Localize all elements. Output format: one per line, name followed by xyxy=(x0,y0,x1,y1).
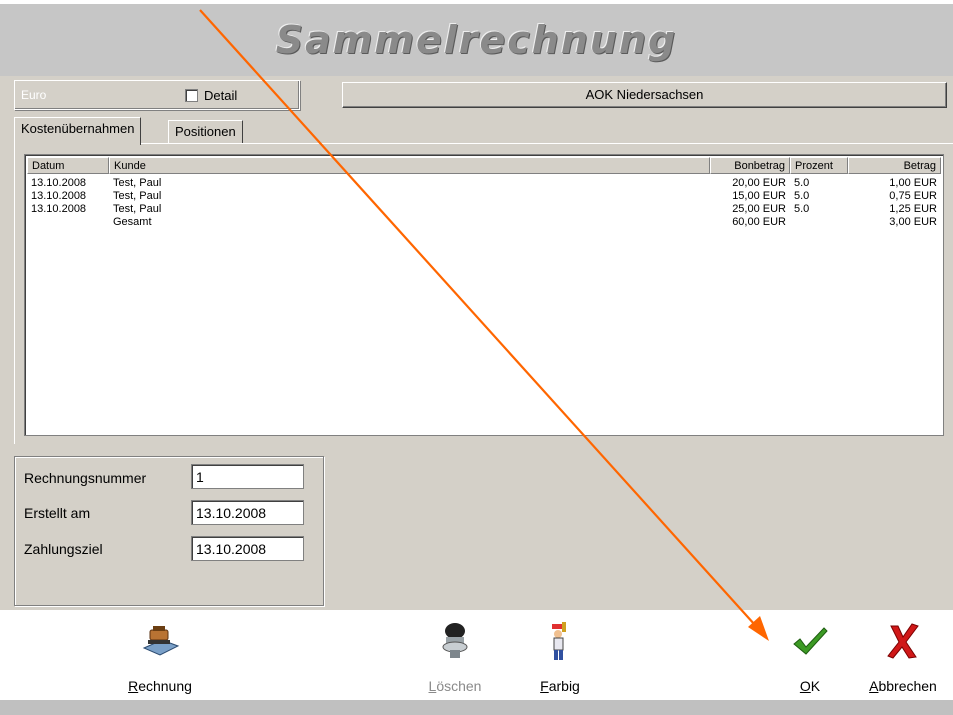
total-label: Gesamt xyxy=(113,216,152,228)
table-header: Datum Kunde Bonbetrag Prozent Betrag xyxy=(27,157,941,175)
status-strip xyxy=(0,700,953,715)
table-row[interactable]: 13.10.2008 Test, Paul 15,00 EUR 5.0 0,75… xyxy=(27,190,941,203)
cell-bonbetrag: 25,00 EUR xyxy=(732,203,786,215)
painter-icon xyxy=(552,622,566,660)
table-total-row: Gesamt 60,00 EUR 3,00 EUR xyxy=(27,216,941,229)
cell-kunde: Test, Paul xyxy=(113,203,162,215)
loeschen-label: öschen xyxy=(436,678,482,694)
abbrechen-button[interactable]: Abbrechen xyxy=(858,610,948,700)
farbig-label: arbig xyxy=(548,678,580,694)
window-title: Sammelrechnung xyxy=(275,18,678,62)
table-row[interactable]: 13.10.2008 Test, Paul 20,00 EUR 5.0 1,00… xyxy=(27,177,941,190)
abbrechen-label: bbrechen xyxy=(878,678,937,694)
sammelrechnung-window: Sammelrechnung Euro Detail AOK Niedersac… xyxy=(0,0,953,715)
zahlungsziel-label: Zahlungsziel xyxy=(24,541,103,557)
detail-label: Detail xyxy=(204,88,238,103)
title-banner: Sammelrechnung xyxy=(0,4,953,76)
cell-bonbetrag: 15,00 EUR xyxy=(732,190,786,202)
column-header-kunde[interactable]: Kunde xyxy=(109,157,710,174)
cell-betrag: 1,25 EUR xyxy=(889,203,937,215)
ok-accesskey: O xyxy=(799,678,811,694)
cell-datum: 13.10.2008 xyxy=(31,203,87,215)
column-header-prozent[interactable]: Prozent xyxy=(790,157,848,174)
cell-prozent: 5.0 xyxy=(794,190,810,202)
loeschen-button[interactable]: Löschen xyxy=(410,610,500,700)
cell-kunde: Test, Paul xyxy=(113,190,162,202)
cell-betrag: 0,75 EUR xyxy=(889,190,937,202)
detail-checkbox[interactable]: Detail xyxy=(185,88,237,103)
toilet-icon xyxy=(442,623,468,658)
kostenuebernahmen-table[interactable]: Datum Kunde Bonbetrag Prozent Betrag 13.… xyxy=(24,154,944,436)
table-row[interactable]: 13.10.2008 Test, Paul 25,00 EUR 5.0 1,25… xyxy=(27,203,941,216)
tab-kostenuebernahmen[interactable]: Kostenübernahmen xyxy=(14,117,142,145)
rechnung-button[interactable]: Rechnung xyxy=(110,610,210,700)
column-header-bonbetrag[interactable]: Bonbetrag xyxy=(710,157,790,174)
checkbox-box[interactable] xyxy=(185,89,198,102)
rechnungsnummer-input[interactable] xyxy=(191,464,304,489)
cell-datum: 13.10.2008 xyxy=(31,177,87,189)
rechnung-accesskey: R xyxy=(128,678,139,694)
total-betrag: 3,00 EUR xyxy=(889,216,937,228)
cell-datum: 13.10.2008 xyxy=(31,190,87,202)
erstellt-label: Erstellt am xyxy=(24,505,91,521)
cell-betrag: 1,00 EUR xyxy=(889,177,937,189)
checkmark-icon xyxy=(793,627,828,655)
bottom-toolbar: Rechnung Löschen Farbig OK Abbrechen xyxy=(0,610,953,700)
cell-prozent: 5.0 xyxy=(794,203,810,215)
zahlungsziel-input[interactable] xyxy=(191,536,304,561)
currency-group: Euro Detail xyxy=(14,80,300,110)
invoice-info-panel: Rechnungsnummer Erstellt am Zahlungsziel xyxy=(14,456,324,606)
total-bonbetrag: 60,00 EUR xyxy=(732,216,786,228)
ok-label: K xyxy=(810,678,821,694)
farbig-accesskey: F xyxy=(540,678,549,694)
tab-positionen[interactable]: Positionen xyxy=(168,120,243,143)
invoice-stamp-icon xyxy=(142,626,180,656)
rechnung-label: echnung xyxy=(138,678,192,694)
customer-button[interactable]: AOK Niedersachsen xyxy=(342,82,947,108)
column-header-betrag[interactable]: Betrag xyxy=(848,157,941,174)
ok-button[interactable]: OK xyxy=(780,610,840,700)
red-x-icon xyxy=(887,623,919,659)
currency-label: Euro xyxy=(21,88,47,102)
rechnungsnummer-label: Rechnungsnummer xyxy=(24,470,147,486)
cell-kunde: Test, Paul xyxy=(113,177,162,189)
erstellt-input[interactable] xyxy=(191,500,304,525)
cell-bonbetrag: 20,00 EUR xyxy=(732,177,786,189)
cell-prozent: 5.0 xyxy=(794,177,810,189)
farbig-button[interactable]: Farbig xyxy=(520,610,600,700)
column-header-datum[interactable]: Datum xyxy=(27,157,109,174)
